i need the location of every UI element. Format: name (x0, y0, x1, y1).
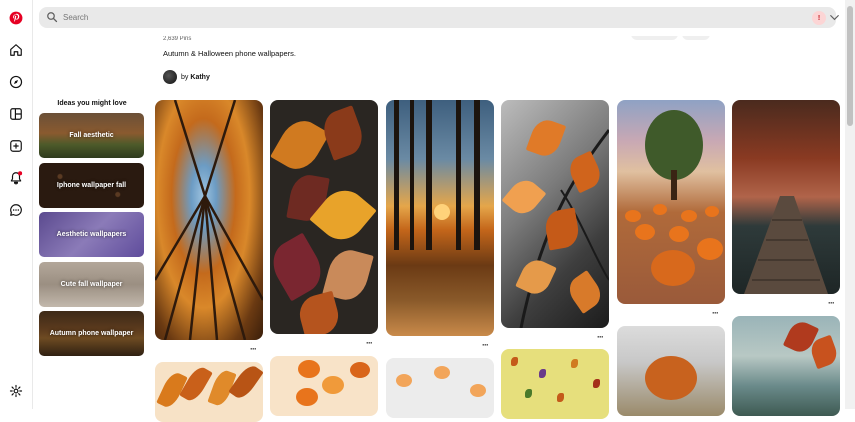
pin-image[interactable] (386, 100, 494, 336)
pins-count: 2,639 Pins (163, 36, 192, 42)
idea-card[interactable]: Fall aesthetic (39, 113, 144, 158)
dock-graphic (744, 196, 828, 294)
explore-icon[interactable] (6, 72, 26, 92)
pin-image[interactable] (155, 362, 263, 422)
create-icon[interactable] (6, 136, 26, 156)
leaf-graphic (593, 379, 600, 388)
tree-trunk-graphic (671, 170, 677, 200)
idea-card-label: Cute fall wallpaper (60, 281, 123, 288)
pinterest-logo-icon[interactable] (6, 8, 26, 28)
board-description: Autumn & Halloween phone wallpapers. (163, 49, 296, 58)
pumpkin-graphic (470, 384, 486, 397)
more-options-icon[interactable]: ··· (482, 341, 489, 350)
idea-card[interactable]: Iphone wallpaper fall (39, 163, 144, 208)
pumpkin-graphic (681, 210, 697, 222)
pin-image[interactable] (386, 358, 494, 418)
sidebar (0, 0, 33, 409)
idea-card-label: Autumn phone wallpaper (49, 330, 134, 337)
leaf-graphic (270, 113, 330, 177)
chevron-down-icon[interactable] (830, 14, 839, 21)
search-input[interactable] (63, 10, 763, 25)
leaf-graphic (571, 359, 578, 368)
owner-name[interactable]: Kathy (190, 74, 209, 81)
pin-image[interactable] (270, 356, 378, 416)
idea-card[interactable]: Autumn phone wallpaper (39, 311, 144, 356)
pumpkin-graphic (396, 374, 412, 387)
more-options-icon[interactable]: ··· (250, 345, 257, 354)
boards-icon[interactable] (6, 104, 26, 124)
pumpkin-graphic (653, 204, 667, 215)
pumpkin-graphic (625, 210, 641, 222)
pumpkin-graphic (669, 226, 689, 242)
leaf-graphic (318, 105, 368, 161)
leaf-graphic (539, 369, 546, 378)
pumpkin-graphic (705, 206, 719, 217)
pumpkin-graphic (434, 366, 450, 379)
owner-avatar[interactable] (163, 70, 177, 84)
scrollbar[interactable] (845, 0, 855, 409)
search-icon (47, 12, 58, 23)
idea-card-label: Fall aesthetic (69, 132, 114, 139)
pin-image[interactable] (501, 100, 609, 328)
pumpkin-graphic (298, 360, 320, 378)
avatar-initial: ! (817, 14, 821, 22)
owner-prefix: by (181, 73, 189, 81)
tree-graphic (645, 356, 697, 400)
ideas-title: Ideas you might love (57, 100, 127, 107)
more-options-icon[interactable]: ··· (712, 309, 719, 318)
avatar[interactable]: ! (812, 11, 826, 25)
pin-image[interactable] (732, 100, 840, 294)
idea-card[interactable]: Cute fall wallpaper (39, 262, 144, 307)
top-bar: ! (33, 0, 845, 36)
pin-image[interactable] (270, 100, 378, 334)
idea-card-label: Aesthetic wallpapers (56, 231, 127, 238)
board-owner[interactable]: by Kathy (163, 70, 210, 84)
leaf-graphic (270, 232, 330, 302)
more-options-icon[interactable]: ··· (828, 299, 835, 308)
home-icon[interactable] (6, 40, 26, 60)
pin-image[interactable] (617, 100, 725, 304)
more-options-icon[interactable]: ··· (597, 333, 604, 342)
pumpkin-graphic (635, 224, 655, 240)
settings-icon[interactable] (6, 381, 26, 401)
tree-canopy-graphic (155, 100, 263, 340)
pumpkin-graphic (651, 250, 695, 286)
leaf-graphic (557, 393, 564, 402)
pumpkin-graphic (697, 238, 723, 260)
messages-icon[interactable] (6, 200, 26, 220)
leaf-graphic (228, 362, 263, 402)
notifications-icon[interactable] (6, 168, 26, 188)
pin-image[interactable] (155, 100, 263, 340)
search-bar[interactable] (39, 7, 836, 28)
pin-image[interactable] (732, 316, 840, 416)
pumpkin-graphic (296, 388, 318, 406)
forest-graphic (394, 100, 480, 250)
pumpkin-graphic (322, 376, 344, 394)
pumpkin-graphic (350, 362, 370, 378)
pin-image[interactable] (617, 326, 725, 416)
scrollbar-thumb[interactable] (847, 6, 853, 126)
leaf-graphic (511, 357, 518, 366)
idea-card-label: Iphone wallpaper fall (56, 182, 127, 189)
leaf-graphic (525, 389, 532, 398)
more-options-icon[interactable]: ··· (366, 339, 373, 348)
idea-card[interactable]: Aesthetic wallpapers (39, 212, 144, 257)
